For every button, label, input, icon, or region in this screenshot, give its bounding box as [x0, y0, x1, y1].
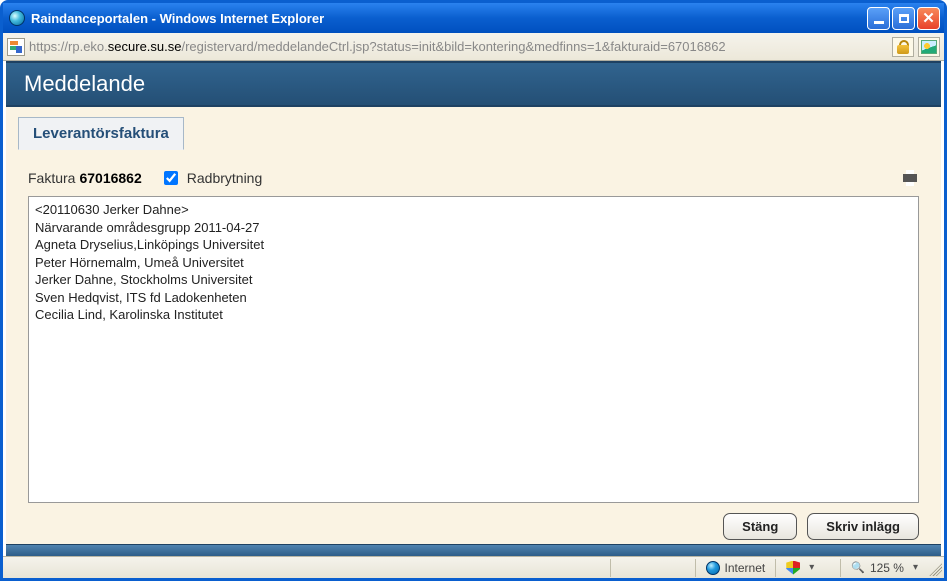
protected-mode-dropdown[interactable] [778, 557, 838, 578]
zone-label: Internet [725, 561, 766, 575]
wrap-checkbox[interactable] [164, 171, 178, 185]
page-title: Meddelande [24, 71, 145, 97]
wrap-label: Radbrytning [187, 170, 263, 186]
address-bar: https://rp.eko.secure.su.se/registervard… [3, 33, 944, 61]
url-prefix: rp.eko. [68, 39, 108, 54]
write-post-button[interactable]: Skriv inlägg [807, 513, 919, 540]
minimize-button[interactable] [867, 7, 890, 30]
shield-icon [786, 561, 800, 575]
status-bar: Internet 🔍 125 % [3, 556, 944, 578]
wrap-toggle[interactable]: Radbrytning [160, 168, 263, 188]
status-pane-1 [613, 557, 693, 578]
window-close-button[interactable]: ✕ [917, 7, 940, 30]
globe-icon [706, 561, 720, 575]
tab-row: Leverantörsfaktura [6, 107, 941, 150]
window-frame: Raindanceportalen - Windows Internet Exp… [0, 0, 947, 581]
tab-supplier-invoice[interactable]: Leverantörsfaktura [18, 117, 184, 150]
print-icon[interactable] [901, 170, 919, 186]
info-row: Faktura 67016862 Radbrytning [6, 150, 941, 196]
window-title: Raindanceportalen - Windows Internet Exp… [31, 11, 867, 26]
url-path: /registervard/meddelandeCtrl.jsp?status=… [181, 39, 725, 54]
invoice-label: Faktura [28, 170, 75, 186]
url-field[interactable]: https://rp.eko.secure.su.se/registervard… [29, 39, 888, 54]
url-scheme: https:// [29, 39, 68, 54]
page-body: Leverantörsfaktura Faktura 67016862 Radb… [6, 107, 941, 544]
message-textarea[interactable]: <20110630 Jerker Dahne> Närvarande områd… [28, 196, 919, 503]
content-area: Meddelande Leverantörsfaktura Faktura 67… [3, 61, 944, 556]
page-header: Meddelande [6, 61, 941, 107]
titlebar[interactable]: Raindanceportalen - Windows Internet Exp… [3, 3, 944, 33]
status-message [3, 557, 608, 578]
zone-indicator[interactable]: Internet [698, 557, 774, 578]
zoom-icon: 🔍 [851, 561, 865, 574]
ie-icon [9, 10, 25, 26]
footer-band [6, 544, 941, 556]
favicon[interactable] [7, 38, 25, 56]
compat-view-icon[interactable] [918, 37, 940, 57]
button-row: Stäng Skriv inlägg [6, 503, 941, 544]
lock-icon[interactable] [892, 37, 914, 57]
zoom-value: 125 % [870, 561, 904, 575]
url-host: secure.su.se [108, 39, 182, 54]
close-button[interactable]: Stäng [723, 513, 797, 540]
zoom-control[interactable]: 🔍 125 % [843, 557, 926, 578]
resize-grip[interactable] [926, 560, 942, 576]
maximize-button[interactable] [892, 7, 915, 30]
invoice-number: 67016862 [79, 170, 141, 186]
